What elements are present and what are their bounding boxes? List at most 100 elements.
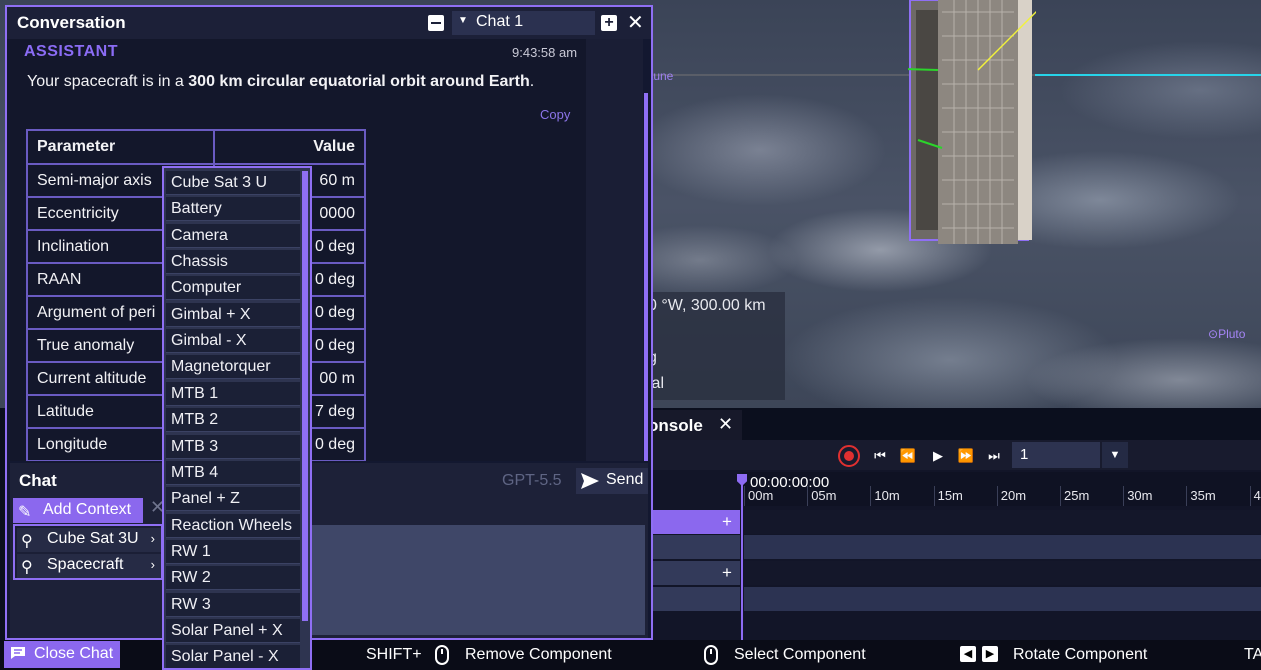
timeline-tick-label: 25m [1064, 488, 1090, 503]
neptune-label[interactable]: tune [650, 69, 673, 83]
component-menu-item[interactable]: Magnetorquer [166, 355, 300, 380]
timeline-tick-mark [1249, 486, 1251, 506]
component-menu-item[interactable]: Solar Panel - X [166, 645, 300, 668]
new-chat-icon[interactable]: + [601, 15, 617, 31]
add-context-button[interactable]: ✎ Add Context [13, 498, 143, 523]
component-menu-item[interactable]: Camera [166, 223, 300, 248]
play-icon[interactable]: ▶ [927, 445, 949, 467]
close-icon[interactable]: ✕ [718, 414, 733, 435]
context-list: ⚲ Cube Sat 3U › ⚲ Spacecraft › [13, 524, 163, 580]
component-menu-item[interactable]: Solar Panel + X [166, 618, 300, 643]
component-menu-item[interactable]: MTB 2 [166, 408, 300, 433]
timeline-tick-label: 00m [748, 488, 774, 503]
timeline-tick-label: 30m [1127, 488, 1153, 503]
rewind-icon[interactable]: ⏪ [897, 445, 919, 467]
component-menu-item[interactable]: Computer [166, 276, 300, 301]
record-button[interactable] [838, 445, 860, 467]
mouse-left-icon [704, 645, 718, 665]
component-menu-item[interactable]: Cube Sat 3 U [166, 171, 300, 195]
context-item-cubesat[interactable]: ⚲ Cube Sat 3U › [17, 528, 161, 552]
conversation-header[interactable]: Conversation ▼ Chat 1 + ✕ [7, 7, 651, 39]
context-item-spacecraft[interactable]: ⚲ Spacecraft › [17, 554, 161, 578]
component-menu-item[interactable]: Reaction Wheels [166, 513, 300, 538]
timeline-tick-mark [744, 486, 745, 506]
message-scrollbar[interactable] [644, 93, 648, 461]
pluto-label[interactable]: ⊙Pluto [1208, 327, 1245, 341]
remove-component-hint: Remove Component [465, 646, 612, 663]
timeline-tick-mark [996, 486, 998, 506]
component-menu-item[interactable]: Chassis [166, 250, 300, 275]
timeline-tick-label: 4 [1253, 488, 1261, 503]
component-menu-item[interactable]: MTB 1 [166, 381, 300, 406]
timeline-tick-label: 10m [874, 488, 900, 503]
send-button[interactable]: Send [576, 468, 648, 494]
timeline-tick-mark [807, 486, 809, 506]
component-menu-item[interactable]: MTB 4 [166, 460, 300, 485]
component-menu-item-label: RW 2 [171, 569, 211, 587]
component-menu-item-label: Panel + Z [171, 490, 240, 508]
track-row: + [640, 510, 1261, 534]
component-menu-item[interactable]: Gimbal - X [166, 329, 300, 354]
chevron-down-icon: ▼ [458, 15, 468, 26]
timeline-tick-label: 15m [937, 488, 963, 503]
track-lane[interactable] [744, 535, 1261, 559]
component-menu-item-label: Gimbal + X [171, 305, 251, 323]
select-component-hint: Select Component [734, 646, 866, 663]
chat-label: Chat [19, 471, 57, 490]
timeline-tick-mark [1123, 486, 1125, 506]
track-header[interactable] [640, 587, 740, 611]
component-menu-item[interactable]: Panel + Z [166, 487, 300, 512]
playhead[interactable] [741, 474, 743, 640]
close-chat-button[interactable]: Close Chat [4, 641, 120, 668]
track-lane[interactable] [744, 510, 1261, 534]
component-menu-item[interactable]: RW 2 [166, 566, 300, 591]
component-menu-item[interactable]: Gimbal + X [166, 302, 300, 327]
message-text: Your spacecraft is in a 300 km circular … [27, 73, 534, 91]
copy-link[interactable]: Copy [540, 107, 570, 122]
message-gutter [586, 39, 643, 461]
component-menu-item-label: MTB 4 [171, 463, 219, 481]
timeline-ruler[interactable]: 00:00:00:00 00m 05m 10m 15m 20m 25m 30m 35m 4 [742, 472, 1261, 506]
model-label[interactable]: GPT-5.5 [502, 472, 562, 490]
track-lane[interactable] [744, 561, 1261, 585]
cubesat-model[interactable] [908, 0, 1036, 246]
component-menu-item-label: MTB 1 [171, 384, 219, 402]
track-header[interactable] [640, 535, 740, 559]
timeline-tick-label: 05m [811, 488, 837, 503]
track-header[interactable]: + [640, 561, 740, 585]
fast-forward-icon[interactable]: ⏩ [955, 445, 977, 467]
component-menu-item[interactable]: MTB 3 [166, 434, 300, 459]
track-header[interactable]: + [640, 510, 740, 534]
chat-selector[interactable]: ▼ Chat 1 [452, 11, 595, 35]
component-menu-item-label: MTB 2 [171, 411, 219, 429]
timeline-tick-mark [1060, 486, 1061, 506]
orbit-line-cyan [1035, 74, 1261, 76]
component-menu-scrollbar[interactable] [302, 171, 308, 621]
close-icon[interactable]: ✕ [627, 10, 644, 35]
track-row [640, 587, 1261, 611]
message-timestamp: 9:43:58 am [512, 45, 578, 60]
chevron-down-icon[interactable]: ▼ [1102, 442, 1128, 468]
timeline-tick-mark [933, 486, 935, 506]
component-menu-item-label: Solar Panel - X [171, 648, 279, 666]
component-menu-item[interactable]: RW 3 [166, 592, 300, 617]
conversation-title: Conversation [17, 13, 126, 32]
message-text-before: Your spacecraft is in a [27, 73, 189, 90]
minimize-icon[interactable] [428, 15, 444, 31]
plus-icon[interactable]: + [722, 561, 732, 585]
skip-start-icon[interactable]: ⏮ [869, 445, 891, 467]
pluto-label-text: Pluto [1218, 327, 1246, 341]
track-row: + [640, 561, 1261, 585]
arrow-left-key-icon: ◀ [960, 646, 976, 662]
component-menu-item[interactable]: RW 1 [166, 539, 300, 564]
frame-input[interactable]: 1 [1012, 442, 1100, 468]
component-menu-item[interactable]: Battery [166, 197, 300, 222]
context-item-label: Cube Sat 3U [47, 530, 139, 547]
message-text-bold: 300 km circular equatorial orbit around … [188, 73, 530, 90]
tab-console[interactable]: onsole ✕ [640, 410, 742, 440]
plus-icon[interactable]: + [722, 510, 732, 534]
message-text-after: . [529, 73, 535, 90]
track-lane[interactable] [744, 587, 1261, 611]
skip-end-icon[interactable]: ⏭ [983, 445, 1005, 467]
timeline-tick-label: 20m [1000, 488, 1027, 503]
